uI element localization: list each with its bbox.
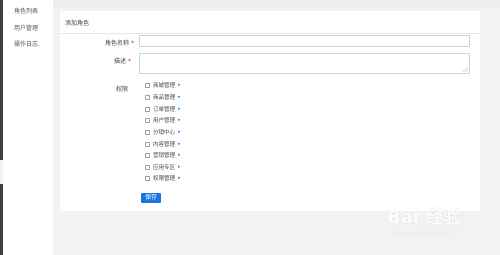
watermark-logo-text: Bai 经验 <box>387 207 462 228</box>
permission-checkbox[interactable] <box>145 82 150 88</box>
permission-item: 用户管理 ▸ <box>145 116 181 124</box>
required-mark: * <box>131 40 135 47</box>
permission-item: 营销管理 ▸ <box>145 151 181 159</box>
caret-right-icon[interactable]: ▸ <box>178 94 181 100</box>
permission-checkbox[interactable] <box>145 94 150 100</box>
sidebar-item-role-list[interactable]: 角色列表 <box>14 6 38 15</box>
permission-label: 用户管理 <box>153 118 176 124</box>
caret-right-icon[interactable]: ▸ <box>178 141 181 147</box>
save-button[interactable]: 保存 <box>141 193 161 203</box>
permission-checkbox[interactable] <box>145 141 150 147</box>
caret-right-icon[interactable]: ▸ <box>178 117 181 123</box>
description-input[interactable] <box>139 53 470 74</box>
permission-item: 分销中心 ▸ <box>145 128 181 136</box>
permission-checkbox[interactable] <box>145 164 150 170</box>
caret-right-icon[interactable]: ▸ <box>178 164 181 170</box>
permission-checkbox[interactable] <box>145 106 150 112</box>
permission-label: 营销管理 <box>153 153 176 159</box>
permission-checkbox[interactable] <box>145 129 150 135</box>
permission-label: 内容管理 <box>153 142 176 148</box>
description-label-text: 描述 <box>114 58 127 65</box>
permission-label: 商品管理 <box>153 95 176 101</box>
sidebar: 角色列表 用户管理 操作日志 <box>3 0 53 255</box>
caret-right-icon[interactable]: ▸ <box>178 129 181 135</box>
caret-right-icon[interactable]: ▸ <box>178 152 181 158</box>
permission-item: 商城管理 ▸ <box>145 81 181 89</box>
permission-label: 权限管理 <box>153 176 176 182</box>
caret-right-icon[interactable]: ▸ <box>178 106 181 112</box>
caret-right-icon[interactable]: ▸ <box>178 175 181 181</box>
caret-right-icon[interactable]: ▸ <box>178 82 181 88</box>
permission-label: 订单管理 <box>153 107 176 113</box>
top-bar <box>53 0 500 7</box>
permission-label: 商城管理 <box>153 83 176 89</box>
permission-checkbox[interactable] <box>145 152 150 158</box>
permission-item: 订单管理 ▸ <box>145 105 181 113</box>
baidu-jingyan-watermark: Bai 经验 jingyan.baidu.com <box>387 203 491 243</box>
permission-item: 内容管理 ▸ <box>145 140 181 148</box>
description-label: 描述 * <box>114 56 131 65</box>
add-role-card: 添加角色 角色名称 * 描述 * 权限 商城管理 ▸ 商品管理 ▸ 订单管理 ▸ 用… <box>60 11 480 211</box>
permission-item: 应用专区 ▸ <box>145 163 181 171</box>
permission-checkbox[interactable] <box>145 117 150 123</box>
role-name-label: 角色名称 * <box>105 38 134 47</box>
divider <box>60 33 480 34</box>
permission-item: 商品管理 ▸ <box>145 93 181 101</box>
permission-label: 应用专区 <box>153 165 176 171</box>
sidebar-item-user-management[interactable]: 用户管理 <box>14 23 38 32</box>
page-title: 添加角色 <box>65 20 90 27</box>
permission-label: 分销中心 <box>153 130 176 136</box>
permissions-label: 权限 <box>116 86 129 93</box>
sidebar-item-operation-log[interactable]: 操作日志 <box>14 39 38 48</box>
role-name-input[interactable] <box>139 35 470 47</box>
required-mark: * <box>128 58 132 65</box>
resize-grip-icon[interactable] <box>463 67 468 72</box>
permission-checkbox[interactable] <box>145 175 150 181</box>
permission-item: 权限管理 ▸ <box>145 174 181 182</box>
watermark-url: jingyan.baidu.com <box>395 230 451 237</box>
role-name-label-text: 角色名称 <box>105 40 130 47</box>
